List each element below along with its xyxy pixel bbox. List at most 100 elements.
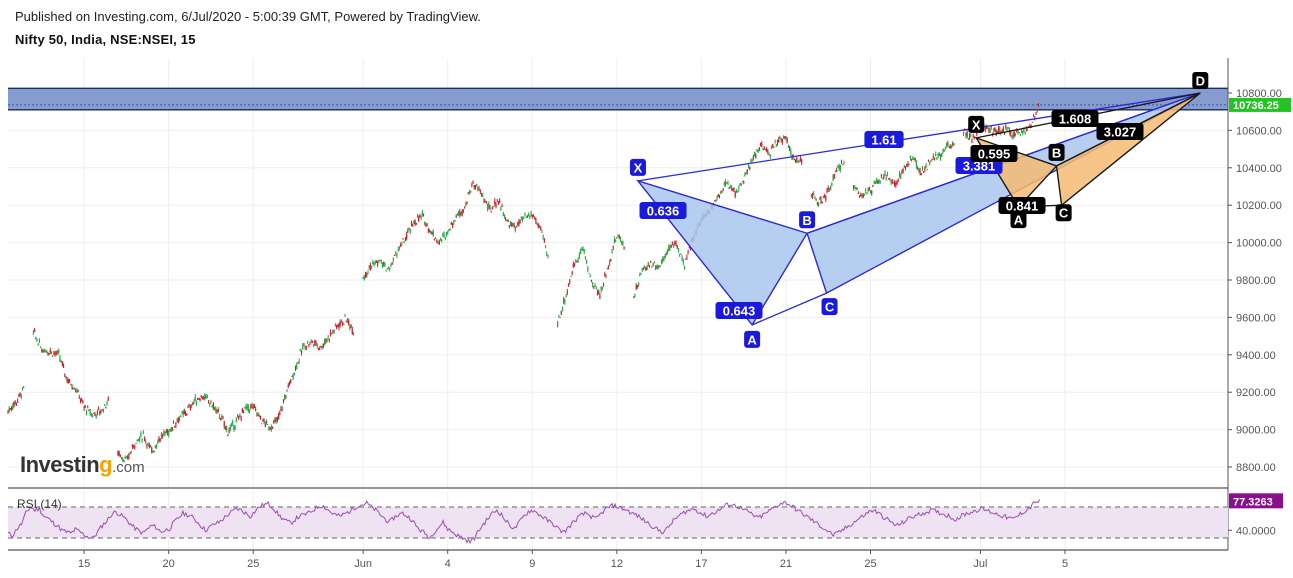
candle-body <box>180 416 182 418</box>
candle-body <box>830 186 832 190</box>
x-tick-label: 5 <box>1062 558 1068 570</box>
candle-body <box>576 260 578 262</box>
candle-body <box>910 159 913 161</box>
candle-body <box>930 160 932 162</box>
candle-body <box>189 406 192 410</box>
candle-body <box>816 202 818 204</box>
candle-body <box>288 381 291 385</box>
candle-body <box>734 192 736 197</box>
candle-body <box>412 224 414 226</box>
candle-body <box>972 135 974 137</box>
blue-ratio-xad: 1.61 <box>871 133 896 148</box>
candle-body <box>192 403 194 405</box>
x-tick-label: 15 <box>78 558 90 570</box>
candle-body <box>273 420 275 423</box>
black-point-b: B <box>1052 145 1061 160</box>
candle-body <box>65 376 67 378</box>
price-tick-label: 10200.00 <box>1236 200 1282 212</box>
candle-body <box>635 285 637 289</box>
candle-body <box>641 269 643 271</box>
candle-body <box>89 411 91 415</box>
candle-body <box>534 217 536 219</box>
candle-body <box>7 410 9 413</box>
candle-body <box>1032 115 1035 117</box>
candle-body <box>797 160 799 163</box>
candle-body <box>915 162 918 167</box>
candle-body <box>520 216 522 219</box>
candle-body <box>573 263 576 265</box>
candle-body <box>351 329 353 334</box>
candle-body <box>526 215 529 217</box>
candle-body <box>739 183 741 186</box>
candle-body <box>36 339 38 341</box>
price-tick-label: 9000.00 <box>1236 425 1276 437</box>
candle-body <box>75 390 77 392</box>
candle-body <box>428 230 431 232</box>
candle-body <box>859 195 861 197</box>
candle-body <box>437 241 439 244</box>
x-tick-label: 4 <box>445 558 451 570</box>
candle-body <box>200 395 202 397</box>
candle-body <box>1024 131 1026 134</box>
candle-body <box>756 149 758 151</box>
candle-body <box>223 421 225 427</box>
candle-body <box>197 398 199 400</box>
candle-body <box>102 410 105 412</box>
rsi-title: RSI (14) <box>17 497 62 511</box>
candle-body <box>1018 132 1020 134</box>
candle-body <box>613 239 616 243</box>
candle-body <box>970 134 972 136</box>
candle-body <box>436 239 438 242</box>
candle-body <box>378 261 380 263</box>
candle-body <box>393 254 396 256</box>
candle-body <box>168 431 170 436</box>
candle-body <box>564 300 566 303</box>
candle-body <box>996 131 998 134</box>
candle-body <box>285 395 287 398</box>
candle-body <box>743 181 745 184</box>
candle-body <box>96 411 98 413</box>
candle-body <box>368 266 370 268</box>
candle-body <box>611 250 613 254</box>
candle-body <box>131 444 134 447</box>
candle-body <box>455 216 457 218</box>
candle-body <box>246 405 248 408</box>
candle-body <box>669 245 671 249</box>
candle-body <box>508 225 510 227</box>
candle-body <box>484 200 486 203</box>
candle-body <box>515 226 518 228</box>
candle-body <box>240 417 242 420</box>
logo-brand: Investin <box>20 452 100 477</box>
candle-body <box>780 139 782 142</box>
candle-body <box>255 409 257 411</box>
candle-body <box>778 139 780 143</box>
candle-body <box>648 264 651 267</box>
candle-body <box>878 179 880 182</box>
candle-body <box>810 195 812 197</box>
candle-body <box>917 168 919 170</box>
candle-body <box>784 136 786 139</box>
candle-body <box>507 219 509 223</box>
candle-body <box>467 192 469 194</box>
candle-body <box>1017 130 1019 133</box>
candle-body <box>826 190 828 193</box>
x-tick-label: 12 <box>611 558 623 570</box>
candle-body <box>349 326 351 329</box>
candle-body <box>175 422 177 426</box>
candle-body <box>73 387 76 389</box>
candle-body <box>320 346 322 348</box>
candle-body <box>929 162 931 164</box>
candle-body <box>821 201 823 203</box>
price-chart[interactable]: XABC0.6360.6431.613.381XABCD0.5950.8411.… <box>0 0 1293 578</box>
candle-body <box>308 344 310 346</box>
candle-body <box>639 275 641 277</box>
candle-body <box>633 296 635 299</box>
candle-body <box>257 413 259 416</box>
candle-body <box>577 259 579 262</box>
candle-body <box>566 291 568 294</box>
candle-body <box>506 219 508 221</box>
candle-body <box>543 240 545 242</box>
candle-body <box>421 212 423 216</box>
candle-body <box>660 261 663 263</box>
candle-body <box>683 267 686 269</box>
